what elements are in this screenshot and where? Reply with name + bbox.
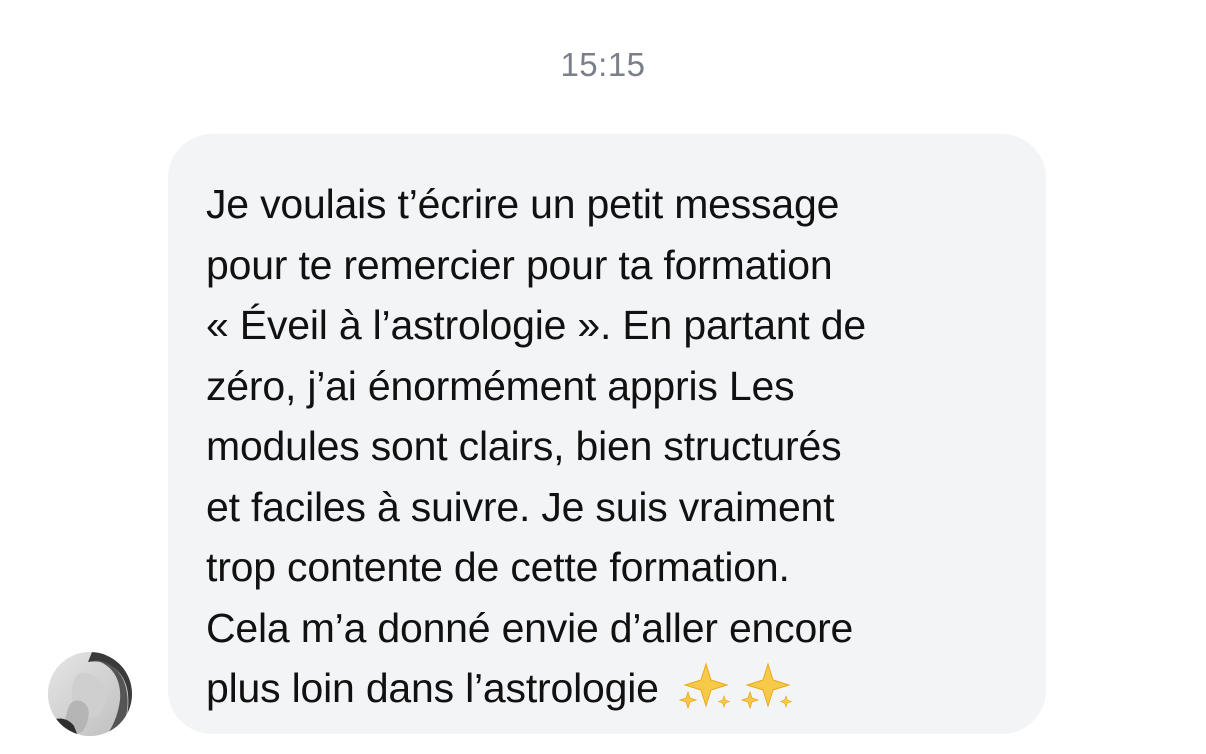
message-bubble[interactable]: Je voulais t’écrire un petit message pou…: [168, 134, 1046, 734]
sparkles-icon: [676, 660, 732, 712]
avatar[interactable]: [48, 652, 132, 736]
avatar-photo: [48, 652, 132, 736]
message-timestamp: 15:15: [560, 46, 646, 83]
message-body: Je voulais t’écrire un petit message pou…: [206, 181, 866, 711]
sparkles-icon: [738, 660, 794, 712]
message-text: Je voulais t’écrire un petit message pou…: [206, 174, 1016, 719]
